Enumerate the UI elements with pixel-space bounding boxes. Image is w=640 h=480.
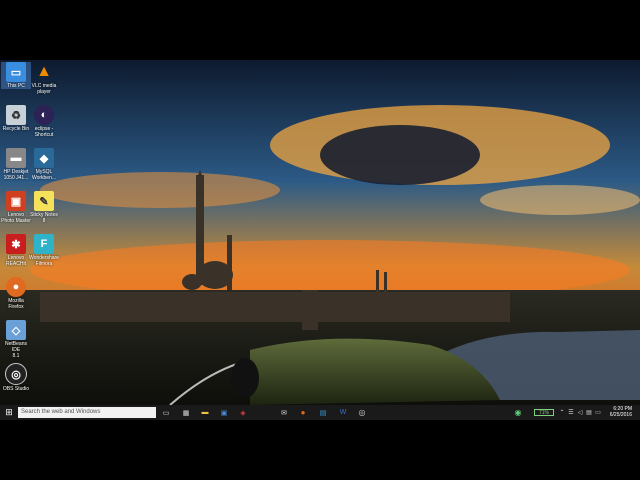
desktop-icon-lenovo-reachit[interactable]: ✱ Lenovo REACHit [1,234,31,267]
desktop-icon-this-pc[interactable]: ▭ This PC [1,62,31,89]
tray-network[interactable]: ☰ [567,407,575,418]
speaker-icon: ◁ [577,410,583,416]
keyboard-icon: ▭ [595,410,601,416]
lenovo-photo-icon: ▣ [6,191,26,211]
clock[interactable]: 6:20 PM 6/25/2016 [610,406,632,418]
recycle-bin-icon: ♻ [6,105,26,125]
desktop: ▭ This PC ▲ VLC media player ♻ Recycle B… [0,60,640,420]
task-view-icon: ▭ [162,409,170,417]
word-icon: W [339,409,347,416]
taskbar-outlook[interactable]: ▤ [318,407,328,418]
taskbar-mcafee[interactable]: ◈ [238,407,248,418]
firefox-icon: ● [300,408,306,417]
mail-icon: ✉ [281,409,287,417]
firefox-icon: ● [6,277,26,297]
taskbar-mail[interactable]: ✉ [279,407,289,418]
windows-logo-icon: ⊞ [5,407,13,417]
wallpaper [0,60,640,405]
tray-notifications[interactable]: ▤ [585,407,593,418]
mcafee-shield-icon: ◈ [240,409,246,417]
taskbar-photos[interactable]: ▣ [219,407,229,418]
photos-icon: ▣ [220,409,228,417]
desktop-icon-obs[interactable]: ◎ OBS Studio [1,363,31,392]
green-app-icon: ◉ [514,408,522,417]
chevron-up-icon: ⌃ [559,410,565,416]
tray-keyboard[interactable]: ▭ [594,407,602,418]
outlook-icon: ▤ [319,409,327,417]
desktop-icon-firefox[interactable]: ● Mozilla Firefox [1,277,31,310]
taskbar-file-explorer[interactable]: ▬ [200,407,210,418]
clock-date: 6/25/2016 [609,412,632,418]
desktop-icon-hp-deskjet[interactable]: ▬ HP Deskjet 1050 J41... [1,148,31,181]
taskbar-store[interactable]: ▦ [181,407,191,418]
action-center-icon: ▤ [586,410,592,416]
tray-chevron[interactable]: ⌃ [558,407,566,418]
start-button[interactable]: ⊞ [3,407,15,418]
obs-icon: ◎ [5,363,27,385]
desktop-icon-filmora[interactable]: F Wondershare Filmora [29,234,59,267]
task-view-button[interactable]: ▭ [161,407,171,418]
lenovo-reachit-icon: ✱ [6,234,26,254]
obs-icon: ◎ [358,408,366,417]
netbeans-icon: ◇ [6,320,26,340]
taskbar-firefox[interactable]: ● [298,407,308,418]
search-input[interactable]: Search the web and Windows [18,407,156,418]
desktop-icon-eclipse[interactable]: ◐ eclipse - Shortcut [29,105,59,138]
sticky-notes-icon: ✎ [34,191,54,211]
battery-indicator[interactable]: 71% [534,409,554,416]
desktop-icon-lenovo-photo[interactable]: ▣ Lenovo Photo Master [1,191,31,224]
filmora-icon: F [34,234,54,254]
tray-volume[interactable]: ◁ [576,407,584,418]
store-icon: ▦ [182,409,190,417]
desktop-icon-recycle-bin[interactable]: ♻ Recycle Bin [1,105,31,132]
eclipse-icon: ◐ [34,105,54,125]
taskbar-word[interactable]: W [338,407,348,418]
mysql-icon: ◆ [34,148,54,168]
folder-icon: ▬ [201,409,209,416]
taskbar-obs[interactable]: ◎ [357,407,367,418]
desktop-icon-mysql[interactable]: ◆ MySQL Workben... [29,148,59,181]
desktop-icon-sticky-notes[interactable]: ✎ Sticky Notes 8 [29,191,59,224]
desktop-icon-netbeans[interactable]: ◇ NetBeans IDE 8.1 [1,320,31,359]
taskbar: ⊞ Search the web and Windows ▭ ▦ ▬ ▣ ◈ ✉… [0,405,640,420]
tray-app[interactable]: ◉ [512,407,524,418]
desktop-icon-vlc[interactable]: ▲ VLC media player [29,62,59,95]
wifi-icon: ☰ [568,410,574,416]
vlc-icon: ▲ [36,63,52,80]
printer-icon: ▬ [6,148,26,168]
this-pc-icon: ▭ [6,62,26,82]
